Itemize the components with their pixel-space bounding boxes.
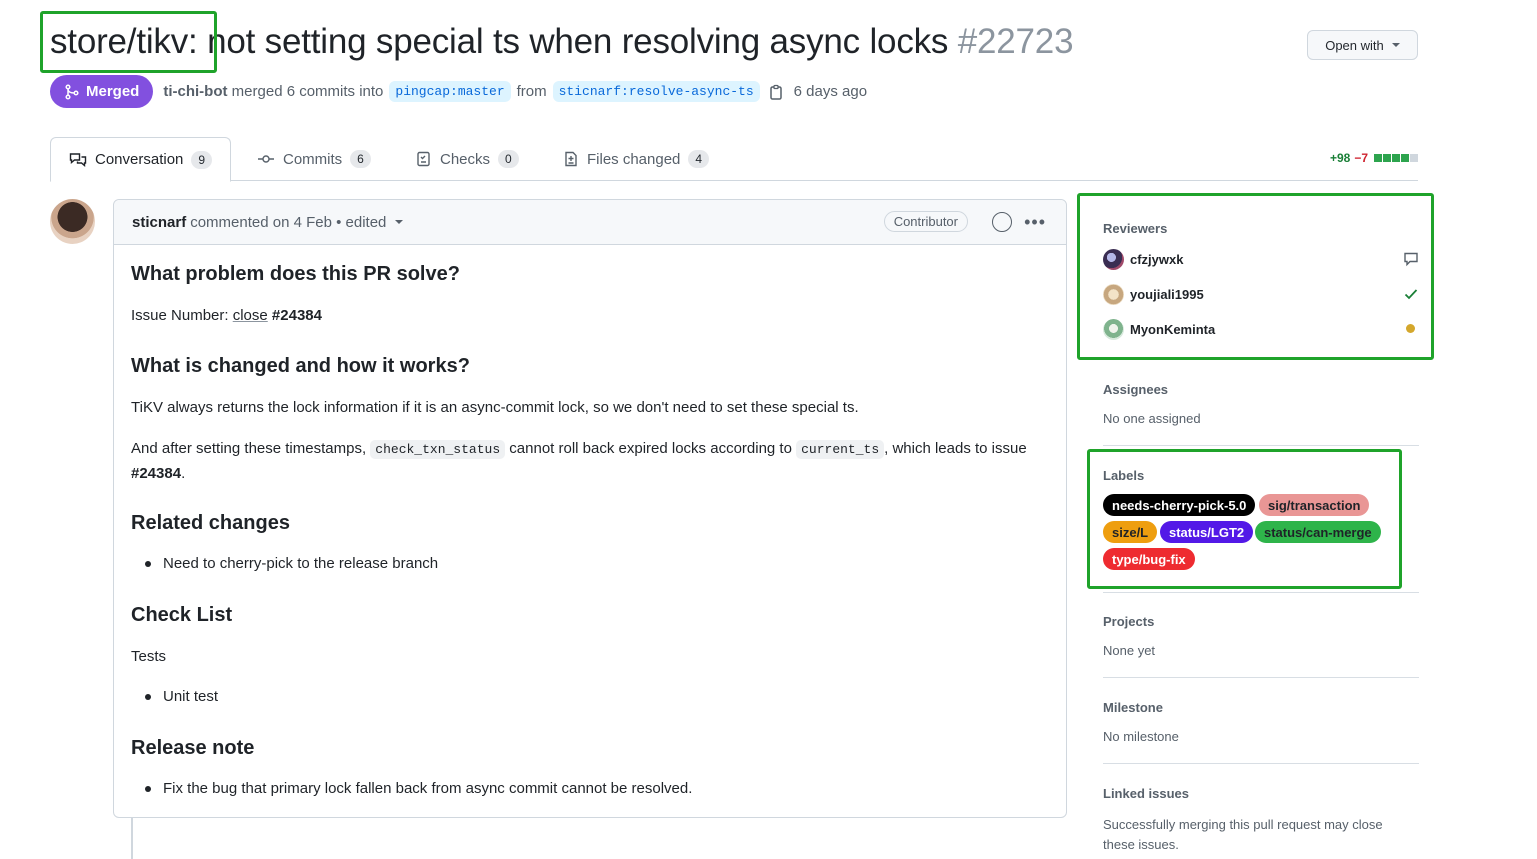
projects-heading[interactable]: Projects [1103,614,1154,629]
code-check-txn-status: check_txn_status [370,440,506,459]
issue-ref-link[interactable]: #24384 [272,307,322,324]
close-keyword-link[interactable]: close [233,307,268,324]
diff-deletions: −7 [1354,151,1368,165]
assignees-heading[interactable]: Assignees [1103,382,1168,397]
comment-meta[interactable]: commented on 4 Feb • edited [190,214,386,231]
merged-text: merged 6 commits into [231,83,384,100]
list-item: Need to cherry-pick to the release branc… [131,555,438,572]
head-branch[interactable]: sticnarf:resolve-async-ts [552,81,760,102]
open-with-label: Open with [1325,37,1384,53]
diffstat-bar [1374,154,1418,162]
comment-discussion-icon [69,152,87,167]
author-avatar[interactable] [50,199,95,244]
heading-related: Related changes [131,512,290,534]
heading-checklist: Check List [131,604,233,626]
timeline-line [131,818,133,859]
tab-label: Files changed [587,150,681,168]
reviewer-item[interactable]: youjiali1995 [1103,284,1204,305]
pr-number: #22723 [957,22,1074,61]
projects-text: None yet [1103,643,1156,658]
diffstat: +98 −7 [1330,151,1418,165]
copy-icon[interactable] [768,84,784,100]
comment-icon [1404,252,1418,267]
tab-files-changed[interactable]: Files changed 4 [563,137,710,181]
milestone-heading[interactable]: Milestone [1103,700,1163,715]
paragraph-2: And after setting these timestamps, chec… [131,440,1027,482]
from-text: from [516,83,547,100]
divider [1103,677,1419,678]
merger-link[interactable]: ti-chi-bot [163,83,227,100]
tab-counter: 0 [498,150,519,168]
reviewers-heading[interactable]: Reviewers [1103,221,1167,236]
issue-ref-link-2[interactable]: #24384 [131,465,181,482]
divider [1103,763,1419,764]
label-needs-cherry-pick[interactable]: needs-cherry-pick-5.0 [1103,494,1256,516]
tab-conversation[interactable]: Conversation 9 [50,137,232,182]
comment-header: sticnarf commented on 4 Feb • edited Con… [114,200,1066,245]
avatar [1103,284,1124,305]
caret-down-icon [1391,43,1400,47]
list-item: Fix the bug that primary lock fallen bac… [131,780,692,797]
tab-counter: 9 [191,150,213,169]
reviewer-name: MyonKeminta [1130,322,1216,337]
highlight-box-title [40,11,217,73]
label-sig-transaction[interactable]: sig/transaction [1259,494,1370,516]
heading-release: Release note [131,737,255,759]
pr-tabs: Conversation 9 Commits 6 Checks 0 Files … [50,137,1418,182]
merged-state-badge: Merged [50,75,154,108]
pr-title-text: not setting special ts when resolving as… [197,22,949,61]
linked-issues-text: Successfully merging this pull request m… [1103,817,1383,852]
base-branch[interactable]: pingcap:master [389,81,511,102]
tab-counter: 4 [688,150,710,168]
issue-label: Issue Number: [131,307,233,324]
commit-icon [258,155,274,163]
check-icon [1404,289,1418,300]
pr-meta-row: Merged ti-chi-bot merged 6 commits into … [50,75,867,108]
merged-time: 6 days ago [793,83,868,100]
file-diff-icon [565,151,577,167]
labels-heading[interactable]: Labels [1103,468,1144,483]
comment-author[interactable]: sticnarf [132,214,186,231]
tab-label: Conversation [95,151,184,168]
tab-counter: 6 [350,150,371,168]
tab-checks[interactable]: Checks 0 [416,137,519,181]
linked-issues-heading[interactable]: Linked issues [1103,786,1189,801]
contributor-badge: Contributor [883,211,968,232]
heading-problem: What problem does this PR solve? [131,263,460,285]
milestone-text: No milestone [1103,729,1179,744]
avatar [1103,249,1124,270]
reviewer-name: youjiali1995 [1130,287,1204,302]
more-options-icon[interactable]: ••• [1024,212,1046,233]
edit-history-caret-icon[interactable] [395,220,404,224]
label-size-l[interactable]: size/L [1103,521,1158,543]
label-status-can-merge[interactable]: status/can-merge [1255,521,1381,543]
divider [1103,445,1419,446]
merge-icon [65,83,79,100]
issue-number-line: Issue Number: close #24384 [131,304,322,328]
reviewer-name: cfzjywxk [1130,252,1184,267]
code-current-ts: current_ts [796,440,885,459]
avatar [1103,319,1124,340]
comment-box: sticnarf commented on 4 Feb • edited Con… [113,199,1067,818]
tab-label: Commits [283,150,343,168]
open-with-button[interactable]: Open with [1307,30,1418,60]
label-type-bug-fix[interactable]: type/bug-fix [1103,548,1195,570]
diff-additions: +98 [1329,151,1351,165]
reviewer-item[interactable]: cfzjywxk [1103,249,1183,270]
divider [1103,592,1419,593]
label-status-lgt2[interactable]: status/LGT2 [1160,521,1254,543]
tab-commits[interactable]: Commits 6 [257,137,371,181]
tab-label: Checks [440,150,491,168]
assignees-text: No one assigned [1103,411,1201,426]
list-item: Unit test [131,688,218,705]
smiley-icon[interactable] [992,212,1012,232]
merged-label: Merged [86,83,140,100]
pending-dot-icon [1406,324,1415,333]
paragraph-1: TiKV always returns the lock information… [131,399,859,416]
checklist-icon [417,151,430,167]
reviewer-item[interactable]: MyonKeminta [1103,319,1215,340]
tests-label: Tests [131,648,167,665]
heading-changed: What is changed and how it works? [131,355,470,377]
